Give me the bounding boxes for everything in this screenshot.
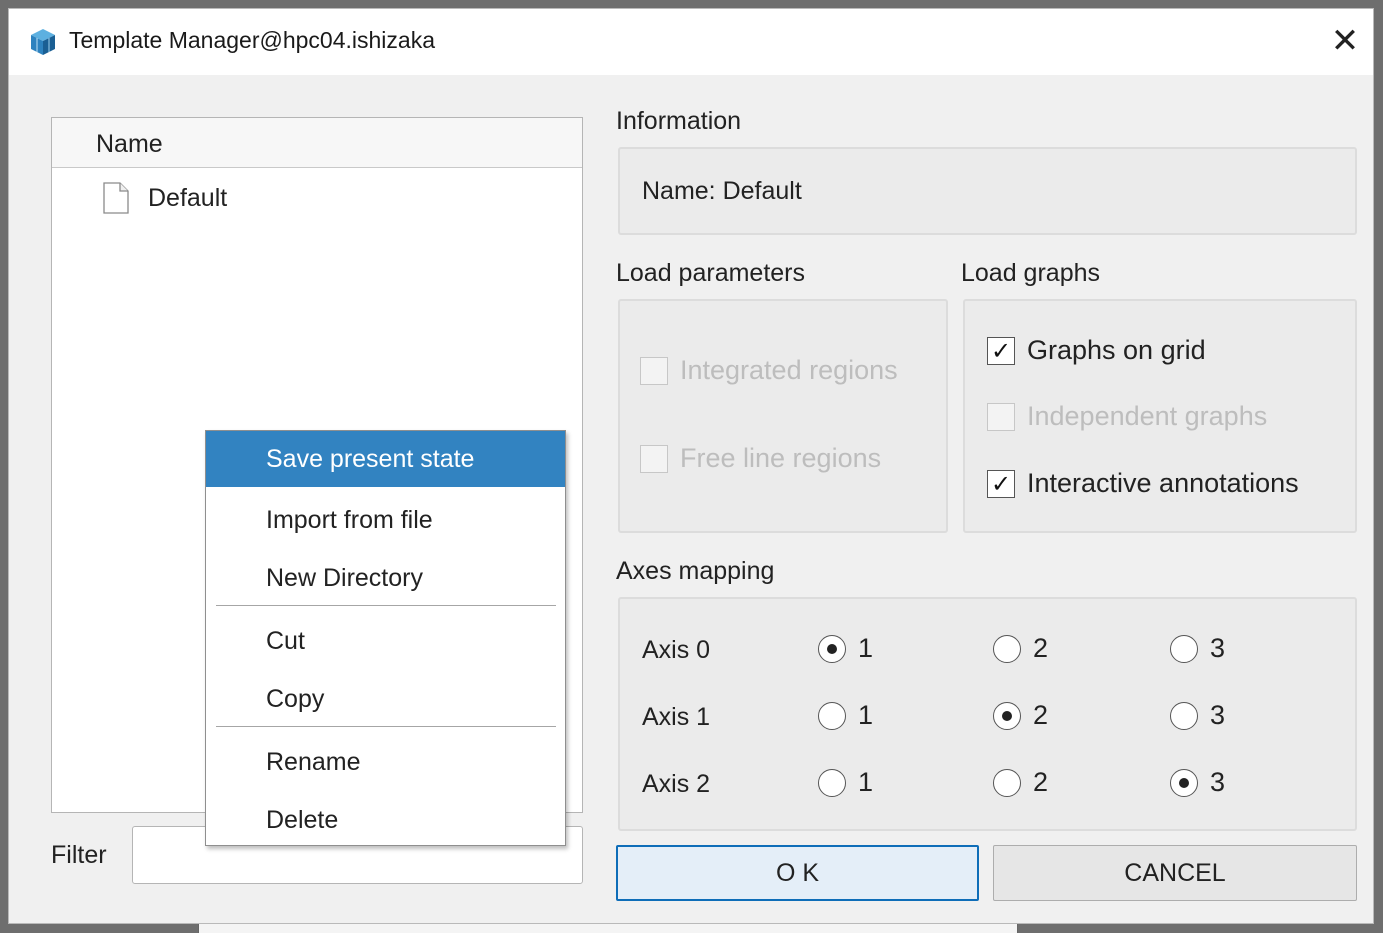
menu-separator [216, 605, 556, 606]
ok-button[interactable]: O K [616, 845, 979, 901]
tree-item-label: Default [148, 183, 228, 212]
filter-label: Filter [51, 841, 107, 869]
radio-label: 2 [1033, 767, 1049, 797]
axis-0-option-3[interactable]: 3 [1170, 633, 1225, 664]
radio-label: 2 [1033, 633, 1049, 663]
context-menu: Save present state Import from file New … [205, 430, 566, 846]
radio-label: 1 [858, 700, 874, 730]
interactive-annotations-checkbox[interactable]: ✓ Interactive annotations [987, 468, 1299, 499]
tree-item-default[interactable]: Default [102, 178, 227, 218]
radio-unselected[interactable] [993, 634, 1021, 663]
checkbox-box[interactable] [987, 402, 1015, 431]
radio-label: 3 [1210, 767, 1226, 797]
cancel-button[interactable]: CANCEL [993, 845, 1357, 901]
menu-item-new-directory[interactable]: New Directory [206, 550, 565, 606]
radio-unselected[interactable] [1170, 701, 1198, 730]
menu-item-rename[interactable]: Rename [206, 734, 565, 790]
axis-2-option-3[interactable]: 3 [1170, 767, 1225, 798]
axis-1-option-3[interactable]: 3 [1170, 700, 1225, 731]
independent-graphs-label: Independent graphs [1027, 401, 1268, 431]
template-manager-window: Template Manager@hpc04.ishizaka ✕ Name D… [8, 8, 1374, 924]
axis-0-option-1[interactable]: 1 [818, 633, 873, 664]
interactive-annotations-label: Interactive annotations [1027, 468, 1299, 498]
app-cube-icon [31, 29, 55, 55]
radio-label: 3 [1210, 633, 1226, 663]
check-mark-icon[interactable]: ✓ [987, 336, 1015, 365]
radio-label: 3 [1210, 700, 1226, 730]
axis-1-option-1[interactable]: 1 [818, 700, 873, 731]
checkbox-box[interactable] [640, 356, 668, 385]
load-parameters-group: Integrated regions Free line regions [618, 299, 948, 533]
radio-unselected[interactable] [818, 768, 846, 797]
checkbox-box[interactable] [640, 444, 668, 473]
axis-2-option-2[interactable]: 2 [993, 767, 1048, 798]
close-icon[interactable]: ✕ [1325, 19, 1365, 63]
file-icon [103, 182, 129, 214]
axis-2-label: Axis 2 [642, 770, 711, 798]
radio-unselected[interactable] [818, 701, 846, 730]
radio-label: 2 [1033, 700, 1049, 730]
menu-separator [216, 726, 556, 727]
menu-item-cut[interactable]: Cut [206, 613, 565, 669]
radio-label: 1 [858, 633, 874, 663]
integrated-regions-label: Integrated regions [680, 355, 898, 385]
axis-0-label: Axis 0 [642, 636, 711, 664]
axis-1-label: Axis 1 [642, 703, 711, 731]
free-line-regions-label: Free line regions [680, 443, 882, 473]
graphs-on-grid-checkbox[interactable]: ✓ Graphs on grid [987, 335, 1206, 366]
information-group: Name: Default [618, 147, 1357, 235]
menu-item-copy[interactable]: Copy [206, 671, 565, 727]
free-line-regions-checkbox[interactable]: Free line regions [640, 443, 881, 474]
axis-1-option-2[interactable]: 2 [993, 700, 1048, 731]
tree-column-header[interactable]: Name [52, 118, 582, 168]
integrated-regions-checkbox[interactable]: Integrated regions [640, 355, 898, 386]
axes-mapping-label: Axes mapping [616, 557, 775, 585]
check-mark-icon[interactable]: ✓ [987, 469, 1015, 498]
radio-unselected[interactable] [993, 768, 1021, 797]
load-graphs-label: Load graphs [961, 259, 1101, 287]
column-header-name: Name [96, 130, 163, 158]
radio-unselected[interactable] [1170, 634, 1198, 663]
radio-selected[interactable] [818, 634, 846, 663]
menu-item-delete[interactable]: Delete [206, 792, 565, 848]
load-graphs-group: ✓ Graphs on grid Independent graphs ✓ In… [963, 299, 1357, 533]
load-parameters-label: Load parameters [616, 259, 806, 287]
axis-0-option-2[interactable]: 2 [993, 633, 1048, 664]
window-title: Template Manager@hpc04.ishizaka [69, 27, 435, 53]
information-label: Information [616, 107, 742, 135]
radio-selected[interactable] [1170, 768, 1198, 797]
radio-label: 1 [858, 767, 874, 797]
background-window-edge [198, 924, 1018, 933]
menu-item-import-from-file[interactable]: Import from file [206, 492, 565, 548]
title-bar[interactable]: Template Manager@hpc04.ishizaka ✕ [9, 9, 1373, 75]
menu-item-save-present-state[interactable]: Save present state [206, 431, 565, 487]
information-text: Name: Default [642, 177, 802, 205]
axis-2-option-1[interactable]: 1 [818, 767, 873, 798]
axes-mapping-group: Axis 0 1 2 3 Axis 1 1 2 3 Axis 2 1 2 3 [618, 597, 1357, 831]
graphs-on-grid-label: Graphs on grid [1027, 335, 1206, 365]
independent-graphs-checkbox[interactable]: Independent graphs [987, 401, 1267, 432]
radio-selected[interactable] [993, 701, 1021, 730]
